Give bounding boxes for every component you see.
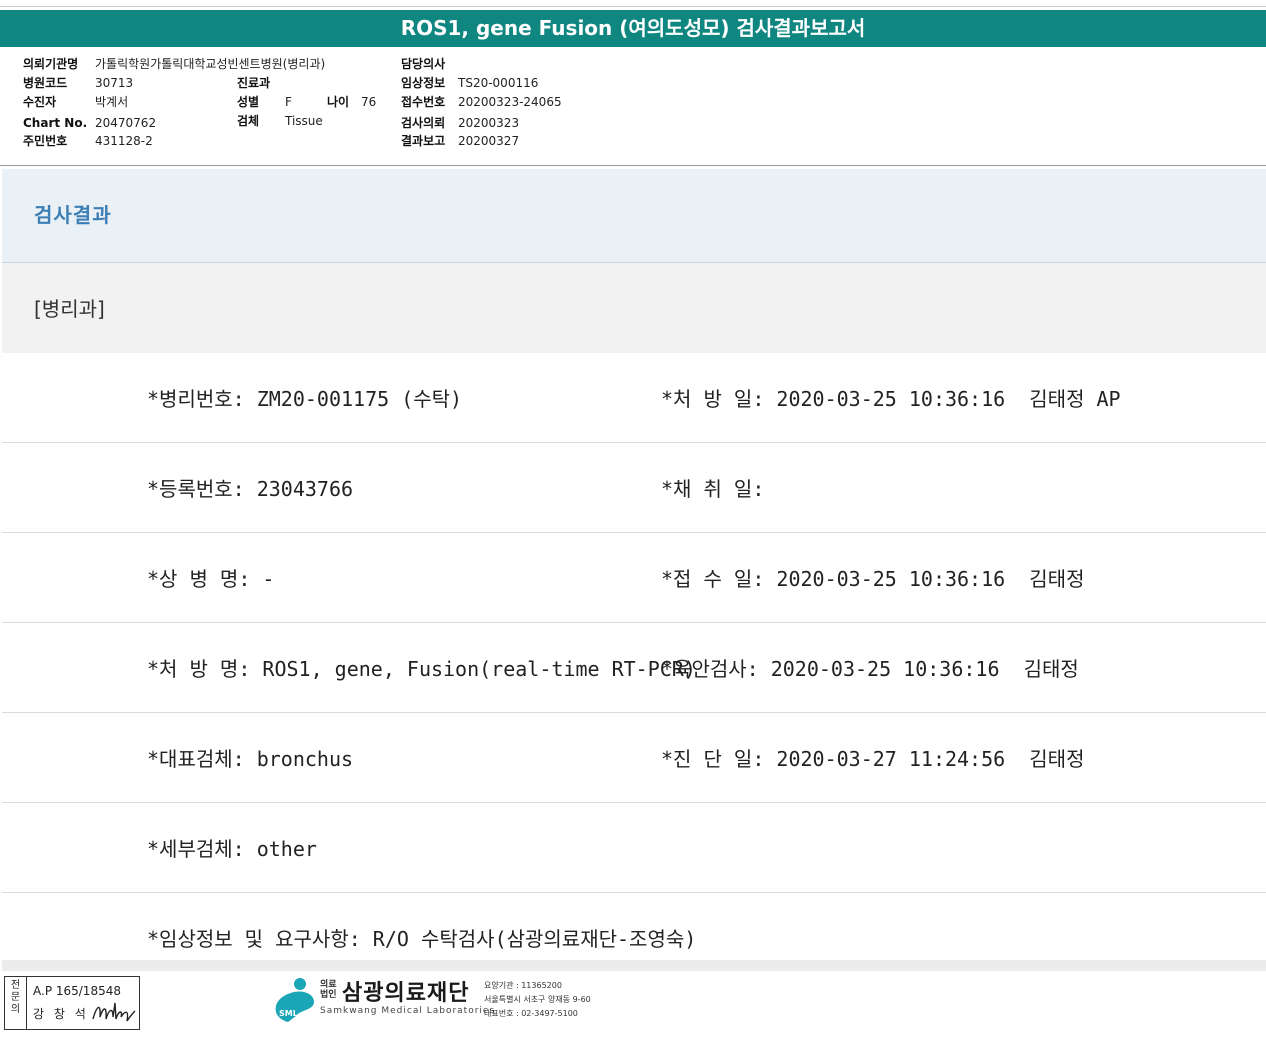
id-no-label: 주민번호 — [23, 134, 68, 148]
clinical-value: TS20-000116 — [458, 76, 539, 90]
info-divider — [0, 165, 1266, 166]
result-row: *병리번호: ZM20-001175 (수탁) *처 방 일: 2020-03-… — [2, 353, 1266, 443]
institution-value: 가톨릭학원가톨릭대학교성빈센트병원(병리과) — [95, 57, 326, 71]
report-date: 20200327 — [458, 134, 520, 148]
lab-code: 요양기관 : 11365200 — [484, 981, 562, 990]
recipient-value: 박계서 — [95, 95, 129, 109]
sex-value: F — [285, 95, 292, 109]
order-date: *처 방 일: 2020-03-25 10:36:16 김태정 AP — [661, 387, 1121, 411]
sex-label: 성별 — [237, 95, 260, 109]
diagnosis-name: *상 병 명: - — [147, 567, 275, 591]
org-name-english: Samkwang Medical Laboratories — [320, 1006, 496, 1016]
stamp-side-label: 전문의 — [5, 977, 27, 1029]
hospital-code-label: 병원코드 — [23, 76, 68, 90]
clinical-request: *임상정보 및 요구사항: R/O 수탁검사(삼광의료재단-조영숙) — [147, 927, 697, 951]
doctor-label: 담당의사 — [401, 57, 446, 71]
chart-no-value: 20470762 — [95, 116, 157, 130]
top-rule — [0, 6, 1266, 7]
lab-contact: 요양기관 : 11365200 서울특별시 서초구 양재동 9-60 대표번호 … — [484, 979, 591, 1021]
request-label: 검사의뢰 — [401, 116, 446, 130]
results-section-title: 검사결과 — [34, 203, 112, 227]
result-row: *처 방 명: ROS1, gene, Fusion(real-time RT-… — [2, 623, 1266, 713]
gross-exam-date: *육안검사: 2020-03-25 10:36:16 김태정 — [661, 657, 1079, 681]
chart-no-label: Chart No. — [23, 116, 88, 130]
report-label: 결과보고 — [401, 134, 446, 148]
clinical-label: 임상정보 — [401, 76, 446, 90]
age-label: 나이 — [327, 95, 350, 109]
org-name: 삼광의료재단 — [342, 981, 470, 1006]
result-row: *세부검체: other — [2, 803, 1266, 893]
stamp-name: 강 창 석 — [33, 1007, 89, 1021]
specimen-label: 검체 — [237, 114, 260, 128]
request-date: 20200323 — [458, 116, 520, 130]
pathology-no: *병리번호: ZM20-001175 (수탁) — [147, 387, 463, 411]
receipt-no-label: 접수번호 — [401, 95, 446, 109]
institution-label: 의뢰기관명 — [23, 57, 79, 71]
sub-specimen: *세부검체: other — [147, 837, 317, 861]
specimen-value: Tissue — [285, 114, 323, 128]
receipt-date: *접 수 일: 2020-03-25 10:36:16 김태정 — [661, 567, 1085, 591]
result-row: *등록번호: 23043766 *채 취 일: — [2, 443, 1266, 533]
logo-letters: SML — [279, 1009, 298, 1018]
id-no-value: 431128-2 — [95, 134, 153, 148]
patient-info: 의뢰기관명 가톨릭학원가톨릭대학교성빈센트병원(병리과) 병원코드 30713 … — [0, 55, 1266, 160]
result-row: *임상정보 및 요구사항: R/O 수탁검사(삼광의료재단-조영숙) — [2, 893, 1266, 964]
org-prefix: 의료 법인 — [320, 980, 337, 1000]
result-row: *상 병 명: - *접 수 일: 2020-03-25 10:36:16 김태… — [2, 533, 1266, 623]
department-header: [병리과] — [2, 263, 1266, 353]
collection-date: *채 취 일: — [661, 477, 765, 501]
report-title: ROS1, gene Fusion (여의도성모) 검사결과보고서 — [0, 10, 1266, 47]
lab-phone: 대표번호 : 02-3497-5100 — [484, 1009, 578, 1018]
bottom-band — [2, 960, 1266, 971]
lab-address: 서울특별시 서초구 양재동 9-60 — [484, 995, 591, 1004]
department-title: [병리과] — [34, 297, 105, 321]
main-specimen: *대표검체: bronchus — [147, 747, 354, 771]
receipt-no-value: 20200323-24065 — [458, 95, 562, 109]
signature-image — [92, 1002, 136, 1022]
result-rows: *병리번호: ZM20-001175 (수탁) *처 방 일: 2020-03-… — [2, 353, 1266, 964]
order-name: *처 방 명: ROS1, gene, Fusion(real-time RT-… — [147, 657, 696, 681]
stamp-side-text: 전문의 — [10, 980, 21, 1015]
recipient-label: 수진자 — [23, 95, 57, 109]
dept-label: 진료과 — [237, 76, 271, 90]
result-row: *대표검체: bronchus *진 단 일: 2020-03-27 11:24… — [2, 713, 1266, 803]
stamp-license: A.P 165/18548 — [33, 984, 121, 998]
pathologist-stamp: 전문의 A.P 165/18548 강 창 석 — [4, 976, 140, 1030]
diagnosis-date: *진 단 일: 2020-03-27 11:24:56 김태정 — [661, 747, 1085, 771]
hospital-code-value: 30713 — [95, 76, 134, 90]
registration-no: *등록번호: 23043766 — [147, 477, 354, 501]
age-value: 76 — [361, 95, 377, 109]
results-section-header: 검사결과 — [2, 169, 1266, 263]
